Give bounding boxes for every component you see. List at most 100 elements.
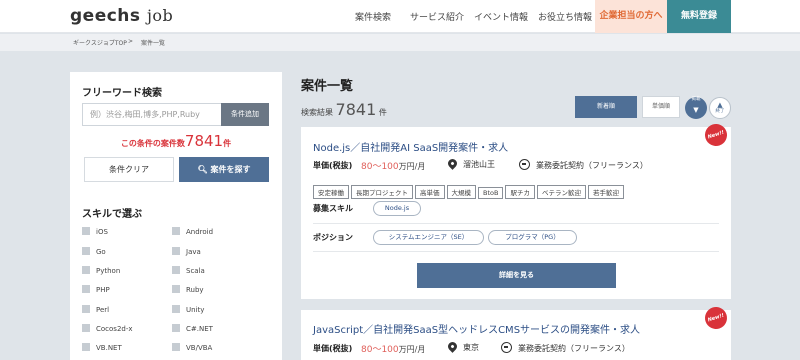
skill-label: VB/VBA — [186, 344, 213, 352]
logo-sub: job — [146, 6, 174, 25]
tag: ベテラン歓迎 — [536, 185, 586, 199]
skill-label: Android — [186, 228, 214, 236]
skill-checkbox-vbnet[interactable]: VB.NET — [82, 343, 122, 352]
skill-checkbox-vb-vba[interactable]: VB/VBA — [172, 343, 212, 352]
skill-label: Ruby — [186, 286, 204, 294]
skills-title: スキルで選ぶ — [82, 209, 142, 220]
checkbox-icon — [82, 247, 90, 255]
job-title-link[interactable]: JavaScript／自社開発SaaS型ヘッドレスCMSサービスの開発案件・求人 — [313, 321, 640, 336]
sort-posted-toggle[interactable]: 掲載 ▼ — [685, 97, 707, 119]
breadcrumb-home[interactable]: ギークスジョブTOP — [73, 38, 127, 47]
checkbox-icon — [172, 247, 180, 255]
location: 東京 — [446, 340, 479, 353]
checkbox-icon — [82, 343, 90, 351]
divider — [313, 223, 719, 224]
count-value: 7841 — [184, 132, 224, 150]
circle-label: 掲載 — [691, 97, 701, 102]
skill-label: Scala — [186, 267, 205, 275]
job-card: New!! JavaScript／自社開発SaaS型ヘッドレスCMSサービスの開… — [301, 304, 731, 360]
skill-checkbox-perl[interactable]: Perl — [82, 305, 109, 314]
tag: 駅チカ — [505, 185, 535, 199]
price-range: 80〜100 — [361, 345, 399, 355]
clear-conditions-button[interactable]: 条件クリア — [84, 157, 174, 182]
new-badge: New!! — [702, 304, 730, 332]
skill-label: Cocos2d-x — [96, 325, 133, 333]
skill-label: C#.NET — [186, 325, 213, 333]
sort-newest-button[interactable]: 新着順 — [575, 96, 637, 118]
position-label: ポジション — [313, 233, 353, 242]
skill-label: PHP — [96, 286, 110, 294]
sort-ended-toggle[interactable]: ▲ 終了 — [709, 97, 731, 119]
count-prefix: この条件の案件数 — [120, 139, 185, 148]
search-button-label: 案件を探す — [210, 165, 251, 174]
skill-checkbox-ruby[interactable]: Ruby — [172, 285, 204, 294]
price-label: 単価(税抜) — [313, 344, 353, 353]
tag: 長期プロジェクト — [351, 185, 413, 199]
skill-checkbox-python[interactable]: Python — [82, 266, 120, 275]
location-text: 東京 — [463, 343, 479, 352]
nav-event-info[interactable]: イベント情報 — [474, 10, 528, 23]
sort-price-button[interactable]: 単価順 — [642, 96, 680, 118]
checkbox-icon — [172, 305, 180, 313]
skill-checkbox-go[interactable]: Go — [82, 247, 106, 256]
search-sidebar: フリーワード検索 例）渋谷,梅田,博多,PHP,Ruby 条件追加 この条件の案… — [70, 72, 282, 360]
contract-type: 業務委託契約（フリーランス） — [501, 342, 630, 354]
skill-label: Python — [96, 267, 121, 275]
new-badge: New!! — [702, 121, 730, 149]
price-value: 80〜100万円/月 — [361, 159, 425, 172]
skill-checkbox-unity[interactable]: Unity — [172, 305, 204, 314]
skill-checkbox-java[interactable]: Java — [172, 247, 201, 256]
skill-checkbox-scala[interactable]: Scala — [172, 266, 205, 275]
count-suffix: 件 — [223, 139, 232, 148]
price-value: 80〜100万円/月 — [361, 342, 425, 355]
handshake-icon — [501, 342, 512, 353]
page-title: 案件一覧 — [301, 79, 354, 94]
contract-type: 業務委託契約（フリーランス） — [519, 159, 648, 171]
search-button[interactable]: 🔍︎ 案件を探す — [179, 157, 269, 182]
skill-checkbox-cocos2d-x[interactable]: Cocos2d-x — [82, 324, 133, 333]
skill-label: iOS — [96, 228, 108, 236]
skill-checkbox-csharp-net[interactable]: C#.NET — [172, 324, 213, 333]
nav-service-intro[interactable]: サービス紹介 — [410, 10, 464, 23]
keyword-input[interactable]: 例）渋谷,梅田,博多,PHP,Ruby — [82, 103, 222, 126]
checkbox-icon — [82, 305, 90, 313]
job-card: New!! Node.js／自社開発AI SaaS開発案件・求人 単価(税抜) … — [301, 121, 731, 299]
logo[interactable]: geechs job — [70, 6, 173, 26]
job-title-link[interactable]: Node.js／自社開発AI SaaS開発案件・求人 — [313, 139, 508, 154]
add-condition-button[interactable]: 条件追加 — [221, 103, 269, 126]
result-count: この条件の案件数7841件 — [70, 132, 282, 150]
register-button[interactable]: 無料登録 — [667, 0, 731, 33]
search-results-count: 検索結果 7841 件 — [301, 100, 387, 119]
location-pin-icon — [446, 157, 459, 170]
contract-text: 業務委託契約（フリーランス） — [536, 161, 648, 170]
nav-corporate-button[interactable]: 企業担当の方へ — [595, 0, 667, 33]
skill-label: Go — [96, 248, 106, 256]
skill-label: VB.NET — [96, 344, 122, 352]
skill-checkbox-php[interactable]: PHP — [82, 285, 110, 294]
price-range: 80〜100 — [361, 162, 399, 172]
view-details-button[interactable]: 詳細を見る — [417, 263, 616, 288]
skill-pill-nodejs[interactable]: Node.js — [373, 201, 421, 216]
tag: 大規模 — [446, 185, 476, 199]
location-pin-icon — [446, 340, 459, 353]
contract-text: 業務委託契約（フリーランス） — [518, 344, 630, 353]
skill-checkbox-ios[interactable]: iOS — [82, 227, 108, 236]
position-pill-se[interactable]: システムエンジニア（SE） — [373, 230, 484, 245]
divider — [313, 251, 719, 252]
skill-checkbox-android[interactable]: Android — [172, 227, 213, 236]
skill-label: Java — [186, 248, 201, 256]
checkbox-icon — [172, 285, 180, 293]
search-icon: 🔍︎ — [197, 165, 208, 174]
position-pill-pg[interactable]: プログラマ（PG） — [488, 230, 577, 245]
nav-job-search[interactable]: 案件検索 — [355, 10, 391, 23]
nav-useful-info[interactable]: お役立ち情報 — [538, 10, 592, 23]
location: 溜池山王 — [446, 157, 495, 170]
checkbox-icon — [172, 266, 180, 274]
price-unit: 万円/月 — [398, 345, 426, 354]
tag: 若手歓迎 — [587, 185, 624, 199]
tag-list: 安定稼働 長期プロジェクト 高単価 大規模 BtoB 駅チカ ベテラン歓迎 若手歓迎 — [313, 180, 626, 199]
price-unit: 万円/月 — [398, 162, 426, 171]
skill-label: Perl — [96, 306, 110, 314]
tag: BtoB — [478, 187, 504, 199]
checkbox-icon — [82, 266, 90, 274]
